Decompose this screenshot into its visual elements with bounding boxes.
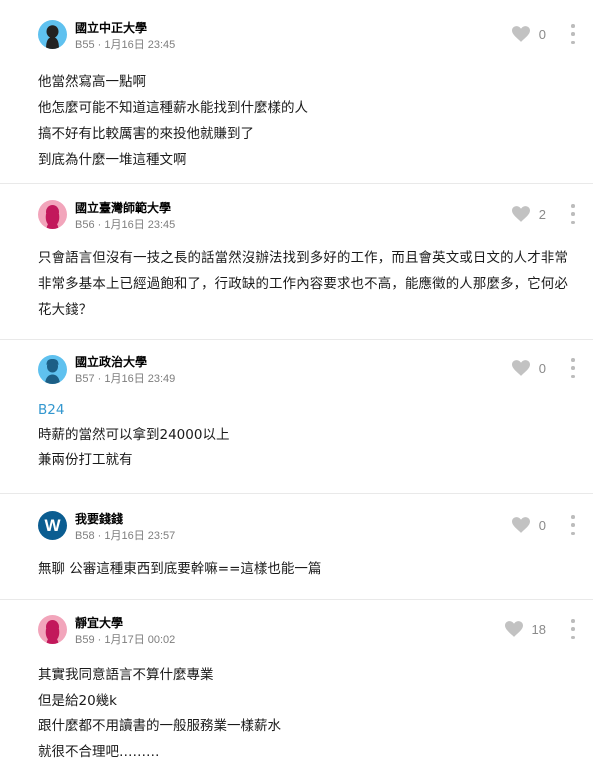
comment-body: B24 時薪的當然可以拿到24000以上 兼兩份打工就有 [38,398,575,473]
heart-icon [511,517,530,533]
post-time: 1月17日 00:02 [104,634,176,646]
school-name[interactable]: 國立政治大學 [75,353,147,370]
school-name[interactable]: 國立臺灣師範大學 [75,199,171,216]
like-count: 0 [538,360,546,376]
comment-line: 但是給20幾k [38,692,117,709]
more-vertical-icon[interactable] [569,204,577,224]
female-avatar-icon [46,25,59,49]
heart-icon [511,206,530,222]
comment-b59: 靜宜大學 B59 · 1月17日 00:02 18 其實我同意語言不算什麼專業 … [0,599,593,766]
more-vertical-icon[interactable] [569,24,577,44]
floor-number: B58 [75,530,95,542]
floor-reference-link[interactable]: B24 [38,398,575,423]
floor-number: B59 [75,634,95,646]
like-button[interactable]: 0 [511,517,546,533]
comment-line: 跟什麼都不用讀書的一般服務業一樣薪水 [38,718,281,734]
female-avatar-icon [45,205,60,229]
like-button[interactable]: 0 [511,360,546,376]
like-count: 0 [538,26,546,42]
comment-line: 無聊 公審這種東西到底要幹嘛==這樣也能一篇 [38,561,322,577]
floor-time: B59 · 1月17日 00:02 [75,634,176,646]
post-time: 1月16日 23:49 [104,373,176,385]
comment-body: 他當然寫高一點啊 他怎麼可能不知道這種薪水能找到什麼樣的人 搞不好有比較厲害的來… [38,69,575,173]
male-avatar-icon [45,359,60,384]
comment-line: 時薪的當然可以拿到24000以上 [38,427,230,443]
floor-time: B57 · 1月16日 23:49 [75,373,176,385]
comment-line: 兼兩份打工就有 [38,452,133,468]
avatar[interactable] [38,615,67,644]
heart-icon [511,360,530,376]
like-count: 2 [538,206,546,222]
floor-time: B58 · 1月16日 23:57 [75,530,176,542]
avatar[interactable] [38,200,67,229]
comment-b58: W 我要錢錢 B58 · 1月16日 23:57 0 無聊 公審這種東西到底要幹… [0,493,593,599]
floor-number: B56 [75,219,95,231]
like-button[interactable]: 18 [504,621,546,637]
floor-number: B57 [75,373,95,385]
like-button[interactable]: 0 [511,26,546,42]
comment-b57: 國立政治大學 B57 · 1月16日 23:49 0 B24 時薪的當然可以拿到… [0,339,593,493]
avatar-letter: W [44,515,61,535]
floor-number: B55 [75,39,95,51]
comment-line: 搞不好有比較厲害的來投他就賺到了 [38,126,254,142]
more-vertical-icon[interactable] [569,358,577,378]
like-count: 0 [538,517,546,533]
comment-line: 其實我同意語言不算什麼專業 [38,667,214,683]
comment-body: 只會語言但沒有一技之長的話當然沒辦法找到多好的工作，而且會英文或日文的人才非常非… [38,251,569,318]
post-time: 1月16日 23:45 [104,219,176,231]
comment-body: 無聊 公審這種東西到底要幹嘛==這樣也能一篇 [38,557,575,581]
female-avatar-icon [45,620,60,644]
school-name[interactable]: 國立中正大學 [75,19,147,36]
avatar[interactable] [38,20,67,49]
comment-line: 到底為什麼一堆這種文啊 [38,152,187,168]
more-vertical-icon[interactable] [569,619,577,639]
comment-b55: 國立中正大學 B55 · 1月16日 23:45 0 他當然寫高一點啊 他怎麼可… [0,0,593,183]
more-vertical-icon[interactable] [569,515,577,535]
like-count: 18 [531,621,546,637]
comment-line: 他怎麼可能不知道這種薪水能找到什麼樣的人 [38,100,308,116]
avatar[interactable] [38,355,67,384]
floor-time: B55 · 1月16日 23:45 [75,39,176,51]
comment-body: 其實我同意語言不算什麼專業 但是給20幾k 跟什麼都不用讀書的一般服務業一樣薪水… [38,663,575,765]
heart-icon [511,26,530,42]
school-name[interactable]: 靜宜大學 [75,614,123,631]
floor-time: B56 · 1月16日 23:45 [75,219,176,231]
heart-icon [504,621,523,637]
comment-line: 他當然寫高一點啊 [38,74,146,90]
comment-line: 就很不合理吧……… [38,743,160,760]
like-button[interactable]: 2 [511,206,546,222]
comment-b56: 國立臺灣師範大學 B56 · 1月16日 23:45 2 只會語言但沒有一技之長… [0,183,593,339]
avatar[interactable]: W [38,511,67,540]
school-name[interactable]: 我要錢錢 [75,510,123,527]
post-time: 1月16日 23:45 [104,39,176,51]
post-time: 1月16日 23:57 [104,530,176,542]
